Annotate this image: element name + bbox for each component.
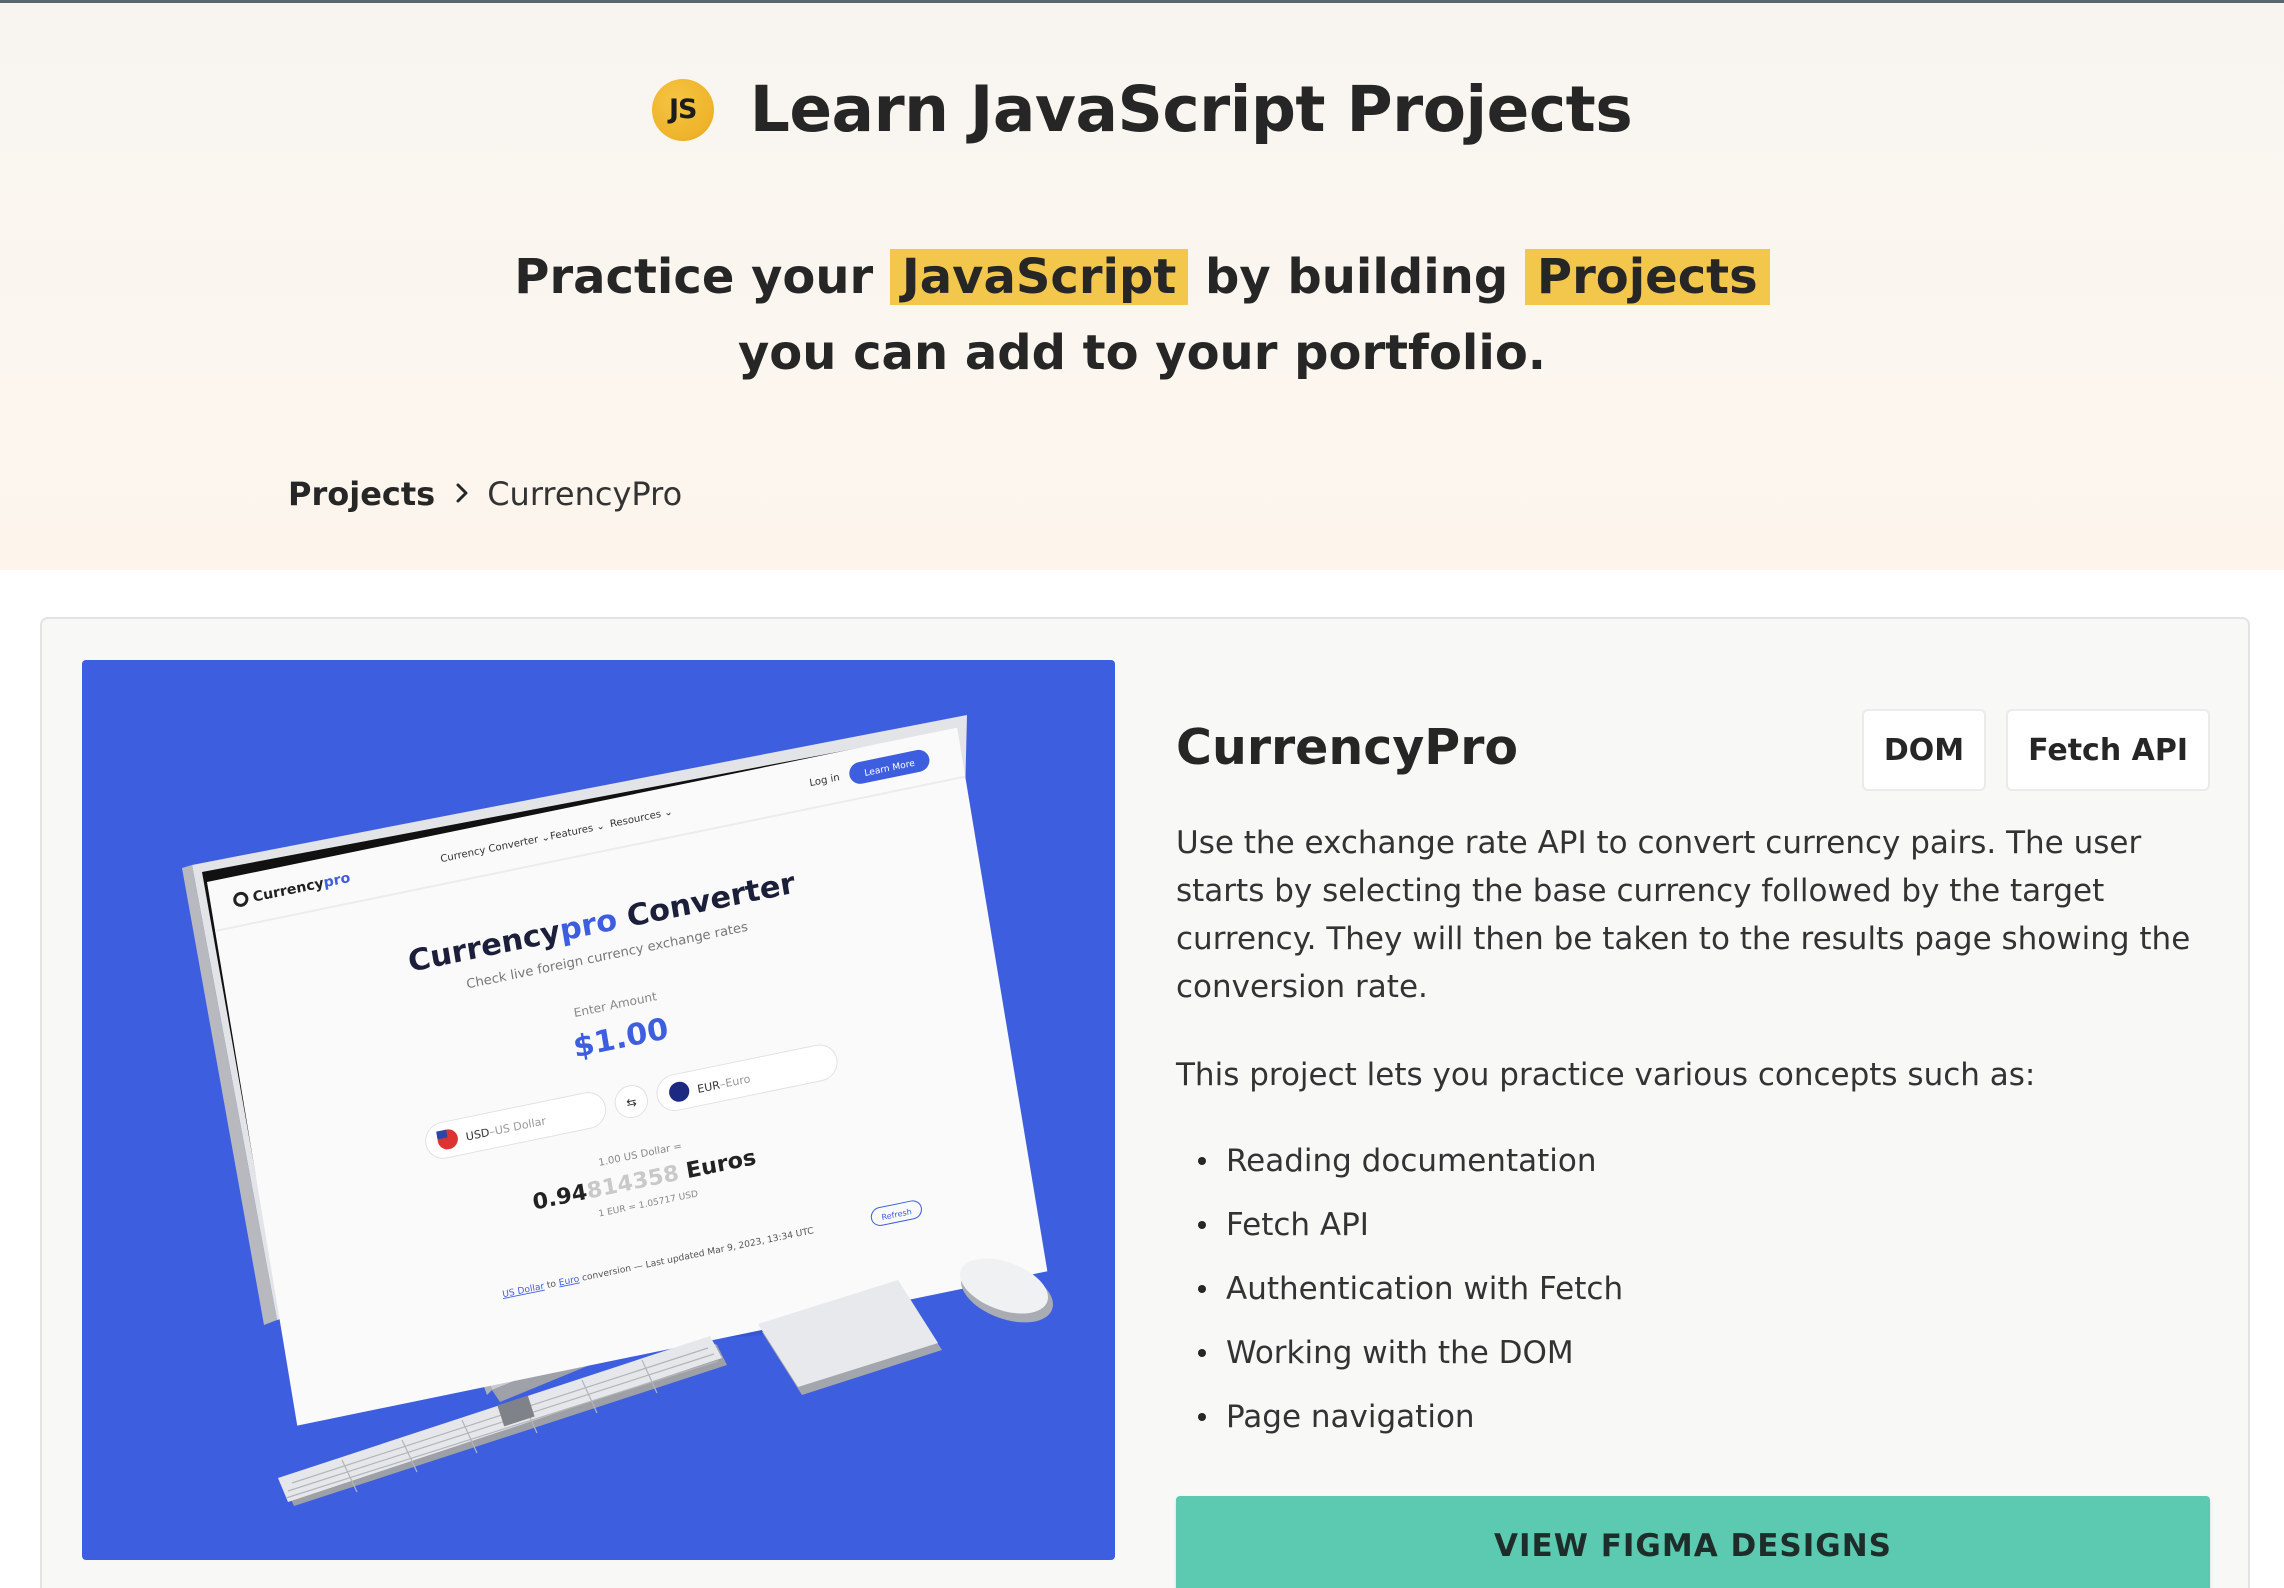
project-card: Currencypro Currency Converter ⌄ Feature… bbox=[40, 617, 2250, 1588]
desktop-mockup-illustration: Currencypro Currency Converter ⌄ Feature… bbox=[182, 715, 1053, 1506]
tagline-text-2: by building bbox=[1205, 249, 1509, 305]
concept-item: Page navigation bbox=[1176, 1385, 1623, 1449]
tagline-line-1: Practice your JavaScript by building Pro… bbox=[0, 239, 2284, 315]
project-tags: DOM Fetch API bbox=[1861, 709, 2210, 791]
project-preview-image: Currencypro Currency Converter ⌄ Feature… bbox=[82, 660, 1115, 1560]
site-title: Learn JavaScript Projects bbox=[749, 73, 1633, 146]
concepts-intro: This project lets you practice various c… bbox=[1176, 1057, 2036, 1093]
tagline: Practice your JavaScript by building Pro… bbox=[0, 239, 2284, 391]
tag-dom[interactable]: DOM bbox=[1861, 709, 1987, 791]
concept-item: Reading documentation bbox=[1176, 1129, 1623, 1193]
breadcrumb-projects-link[interactable]: Projects bbox=[288, 475, 435, 513]
tagline-highlight-javascript: JavaScript bbox=[889, 249, 1189, 305]
hero-header: JS Learn JavaScript Projects Practice yo… bbox=[0, 3, 2284, 570]
view-figma-designs-button[interactable]: VIEW FIGMA DESIGNS bbox=[1176, 1496, 2210, 1588]
concept-item: Authentication with Fetch bbox=[1176, 1257, 1623, 1321]
tagline-text-1: Practice your bbox=[514, 249, 874, 305]
chevron-right-icon bbox=[455, 477, 469, 512]
site-brand[interactable]: JS Learn JavaScript Projects bbox=[0, 73, 2284, 146]
js-logo-icon: JS bbox=[651, 78, 714, 141]
breadcrumb-current: CurrencyPro bbox=[487, 475, 683, 513]
tag-fetch-api[interactable]: Fetch API bbox=[2006, 709, 2210, 791]
concepts-list: Reading documentation Fetch API Authenti… bbox=[1176, 1129, 1623, 1449]
project-title: CurrencyPro bbox=[1176, 719, 1519, 776]
breadcrumb: Projects CurrencyPro bbox=[288, 475, 682, 513]
tagline-line-2: you can add to your portfolio. bbox=[737, 325, 1547, 381]
project-description: Use the exchange rate API to convert cur… bbox=[1176, 825, 2191, 1005]
concept-item: Fetch API bbox=[1176, 1193, 1623, 1257]
tagline-highlight-projects: Projects bbox=[1524, 249, 1770, 305]
concept-item: Working with the DOM bbox=[1176, 1321, 1623, 1385]
